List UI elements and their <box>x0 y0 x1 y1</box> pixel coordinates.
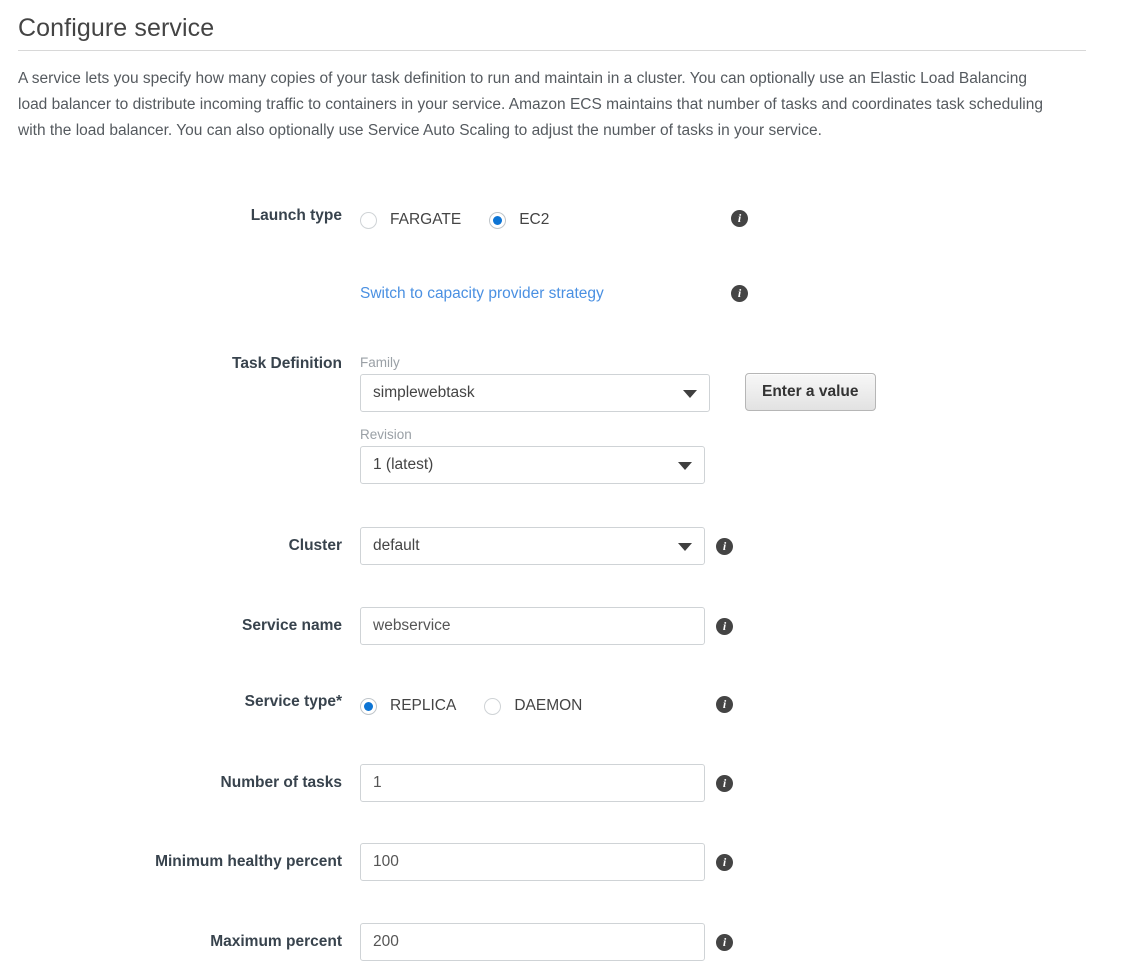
family-sub-label: Family <box>360 355 400 370</box>
maximum-percent-input[interactable]: 200 <box>360 923 705 961</box>
radio-replica-label[interactable]: REPLICA <box>390 697 456 715</box>
service-type-label: Service type* <box>244 693 342 710</box>
info-icon-cluster[interactable]: i <box>716 538 733 555</box>
minimum-healthy-percent-row: Minimum healthy percent 100 i <box>0 843 1121 881</box>
page-description: A service lets you specify how many copi… <box>18 70 1043 139</box>
cluster-label: Cluster <box>288 537 342 554</box>
radio-fargate-label[interactable]: FARGATE <box>390 211 461 229</box>
caret-down-icon-revision <box>678 462 692 470</box>
cluster-value: default <box>373 537 420 554</box>
radio-daemon[interactable] <box>484 697 502 715</box>
number-of-tasks-row: Number of tasks 1 i <box>0 764 1121 802</box>
radio-replica[interactable] <box>360 697 377 715</box>
cluster-row: Cluster default i <box>0 527 1121 565</box>
info-icon-minimum-healthy-percent[interactable]: i <box>716 854 733 871</box>
capacity-provider-row: Switch to capacity provider strategy i <box>0 284 1121 304</box>
info-icon-service-name[interactable]: i <box>716 618 733 635</box>
info-icon-launch-type[interactable]: i <box>731 210 748 227</box>
caret-down-icon-cluster <box>678 543 692 551</box>
service-name-input[interactable]: webservice <box>360 607 705 645</box>
caret-down-icon-family <box>683 390 697 398</box>
service-name-row: Service name webservice i <box>0 607 1121 645</box>
minimum-healthy-percent-label: Minimum healthy percent <box>155 853 342 870</box>
title-divider <box>18 50 1086 51</box>
configure-service-page: Configure service A service lets you spe… <box>0 0 1121 976</box>
task-definition-label: Task Definition <box>232 355 342 372</box>
task-definition-family-value: simplewebtask <box>373 384 475 401</box>
page-title: Configure service <box>18 14 215 42</box>
radio-ec2[interactable] <box>489 211 507 229</box>
info-icon-service-type[interactable]: i <box>716 696 733 713</box>
service-type-radio-group[interactable]: REPLICA DAEMON <box>360 692 1121 718</box>
revision-sub-label: Revision <box>360 427 412 442</box>
radio-daemon-label[interactable]: DAEMON <box>514 697 582 715</box>
maximum-percent-row: Maximum percent 200 i <box>0 923 1121 961</box>
radio-ec2-label[interactable]: EC2 <box>519 211 549 229</box>
task-definition-revision-value: 1 (latest) <box>373 456 434 473</box>
task-definition-revision-select[interactable]: 1 (latest) <box>360 446 705 484</box>
enter-a-value-button[interactable]: Enter a value <box>745 373 876 411</box>
launch-type-label: Launch type <box>250 207 342 224</box>
number-of-tasks-input[interactable]: 1 <box>360 764 705 802</box>
cluster-select[interactable]: default <box>360 527 705 565</box>
launch-type-row: Launch type FARGATE EC2 i <box>0 206 1121 232</box>
radio-fargate[interactable] <box>360 211 377 229</box>
info-icon-number-of-tasks[interactable]: i <box>716 775 733 792</box>
task-definition-family-select[interactable]: simplewebtask <box>360 374 710 412</box>
task-definition-row: Task Definition Family simplewebtask Rev… <box>0 354 1121 484</box>
info-icon-maximum-percent[interactable]: i <box>716 934 733 951</box>
info-icon-capacity-provider[interactable]: i <box>731 285 748 302</box>
service-type-row: Service type* REPLICA DAEMON i <box>0 692 1121 718</box>
number-of-tasks-label: Number of tasks <box>220 774 342 791</box>
service-name-label: Service name <box>242 617 342 634</box>
switch-capacity-provider-link[interactable]: Switch to capacity provider strategy <box>360 285 604 302</box>
minimum-healthy-percent-input[interactable]: 100 <box>360 843 705 881</box>
maximum-percent-label: Maximum percent <box>210 933 342 950</box>
